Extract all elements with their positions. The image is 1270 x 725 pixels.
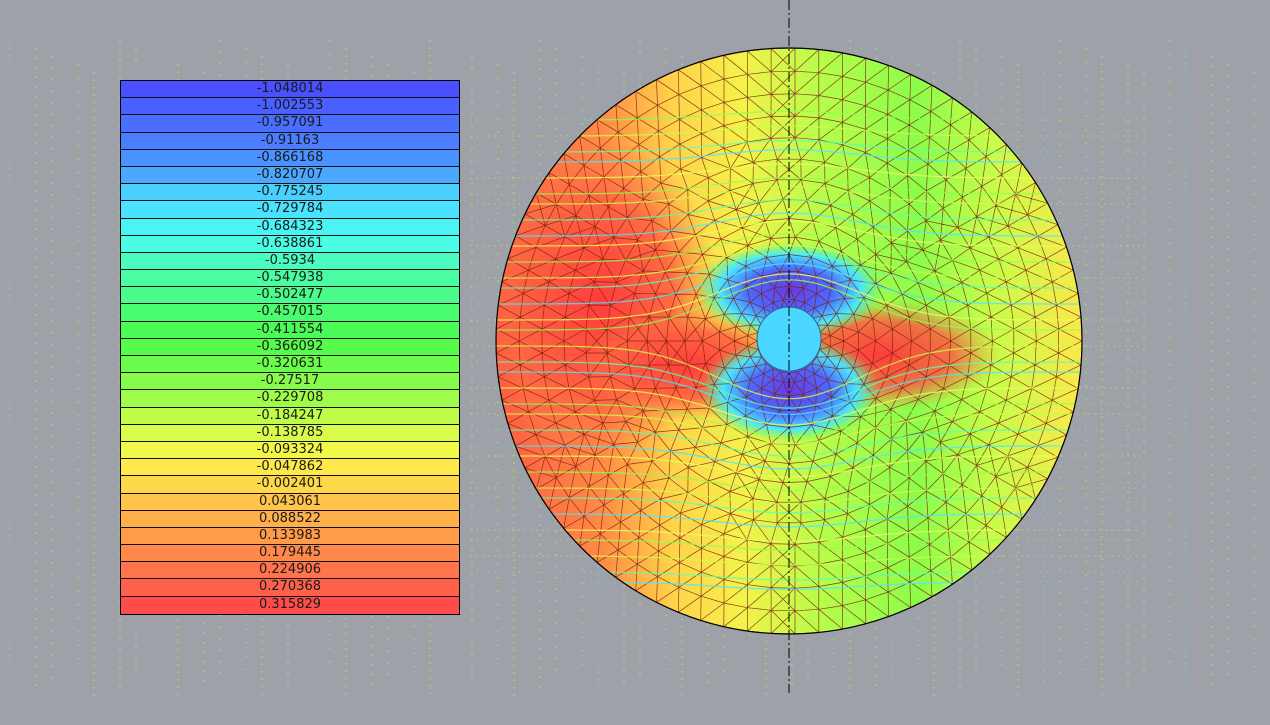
legend-value-label: -0.457015	[256, 304, 324, 320]
legend-value-label: -0.957091	[256, 115, 324, 131]
legend-row: 0.270368	[121, 579, 459, 597]
legend-value-label: -0.411554	[256, 321, 324, 337]
legend-row: -0.957091	[121, 115, 459, 133]
legend-value-label: 0.179445	[258, 545, 322, 561]
legend-row: -0.411554	[121, 321, 459, 339]
legend-value-label: 0.315829	[258, 596, 322, 612]
legend-value-label: -0.547938	[256, 270, 324, 286]
legend-row: -0.27517	[121, 373, 459, 391]
legend-value-label: -0.229708	[256, 390, 324, 406]
legend-value-label: -0.5934	[264, 252, 316, 268]
legend-row: -0.866168	[121, 149, 459, 167]
legend-row: 0.315829	[121, 596, 459, 614]
legend-row: 0.043061	[121, 493, 459, 511]
legend-value-label: -0.866168	[256, 149, 324, 165]
legend-row: -0.547938	[121, 270, 459, 288]
legend-row: -0.5934	[121, 252, 459, 271]
legend-row: -0.457015	[121, 304, 459, 322]
legend-row: -0.820707	[121, 166, 459, 185]
legend-value-label: 0.088522	[258, 510, 322, 526]
legend-row: -0.775245	[121, 184, 459, 202]
legend-value-label: -0.366092	[256, 338, 324, 354]
legend-value-label: -0.320631	[256, 356, 324, 371]
legend-value-label: -1.048014	[256, 81, 324, 96]
legend-value-label: -0.729784	[256, 201, 324, 217]
legend-value-label: -1.002553	[256, 98, 324, 114]
legend-row: 0.133983	[121, 527, 459, 546]
legend-value-label: -0.184247	[256, 407, 324, 423]
legend-row: -0.138785	[121, 424, 459, 442]
legend-row: 0.224906	[121, 562, 459, 580]
legend-row: -0.184247	[121, 407, 459, 425]
legend-value-label: 0.270368	[258, 579, 322, 595]
legend-row: -0.093324	[121, 441, 459, 460]
legend-value-label: 0.043061	[258, 493, 322, 509]
legend-row: -0.229708	[121, 390, 459, 408]
legend-row: -0.502477	[121, 287, 459, 305]
legend-row: -0.047862	[121, 459, 459, 477]
legend-value-label: -0.093324	[256, 441, 324, 457]
legend-row: 0.179445	[121, 545, 459, 563]
legend-row: -0.729784	[121, 201, 459, 219]
legend-row: -0.320631	[121, 356, 459, 374]
legend-row: 0.088522	[121, 510, 459, 528]
legend-row: -0.638861	[121, 235, 459, 253]
legend-row: -0.684323	[121, 218, 459, 236]
legend-value-label: -0.27517	[260, 373, 320, 389]
legend-value-label: -0.684323	[256, 218, 324, 234]
legend-value-label: -0.775245	[256, 184, 324, 200]
legend-row: -0.91163	[121, 132, 459, 150]
legend-value-label: -0.820707	[256, 166, 324, 182]
legend-value-label: -0.91163	[260, 132, 320, 148]
legend-row: -1.002553	[121, 98, 459, 116]
legend-value-label: -0.047862	[256, 459, 324, 475]
legend-value-label: -0.638861	[256, 235, 324, 251]
legend-value-label: 0.133983	[258, 527, 322, 543]
legend-value-label: -0.138785	[256, 424, 324, 440]
legend-row: -0.366092	[121, 338, 459, 356]
legend-value-label: -0.502477	[256, 287, 324, 303]
legend-row: -0.002401	[121, 476, 459, 494]
legend-row: -1.048014	[121, 81, 459, 99]
legend-value-label: 0.224906	[258, 562, 322, 578]
legend-value-label: -0.002401	[256, 476, 324, 492]
color-legend: -1.048014 -1.002553 -0.957091 -0.91163 -0.86…	[120, 80, 460, 615]
